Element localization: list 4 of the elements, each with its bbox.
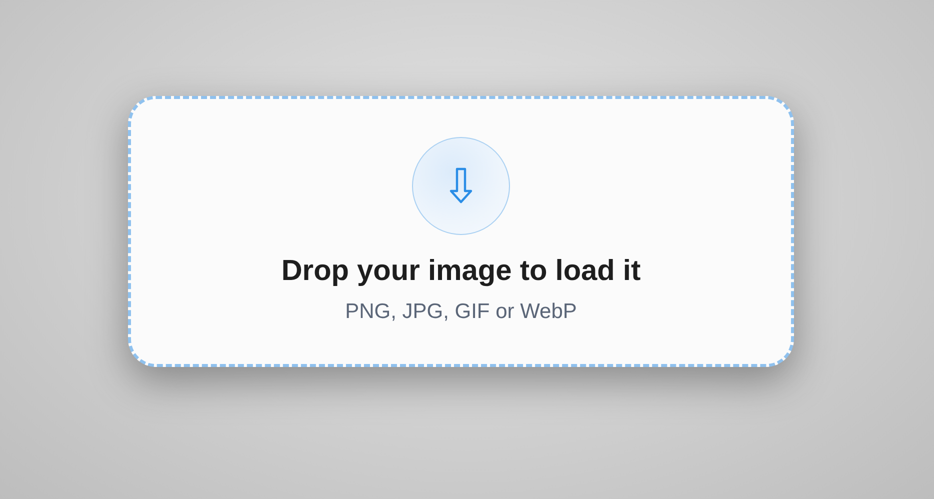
drop-zone[interactable]: Drop your image to load it PNG, JPG, GIF or WebP (128, 96, 794, 367)
format-hint: PNG, JPG, GIF or WebP (345, 300, 577, 324)
down-arrow-icon (449, 167, 473, 205)
drop-title: Drop your image to load it (281, 255, 641, 288)
